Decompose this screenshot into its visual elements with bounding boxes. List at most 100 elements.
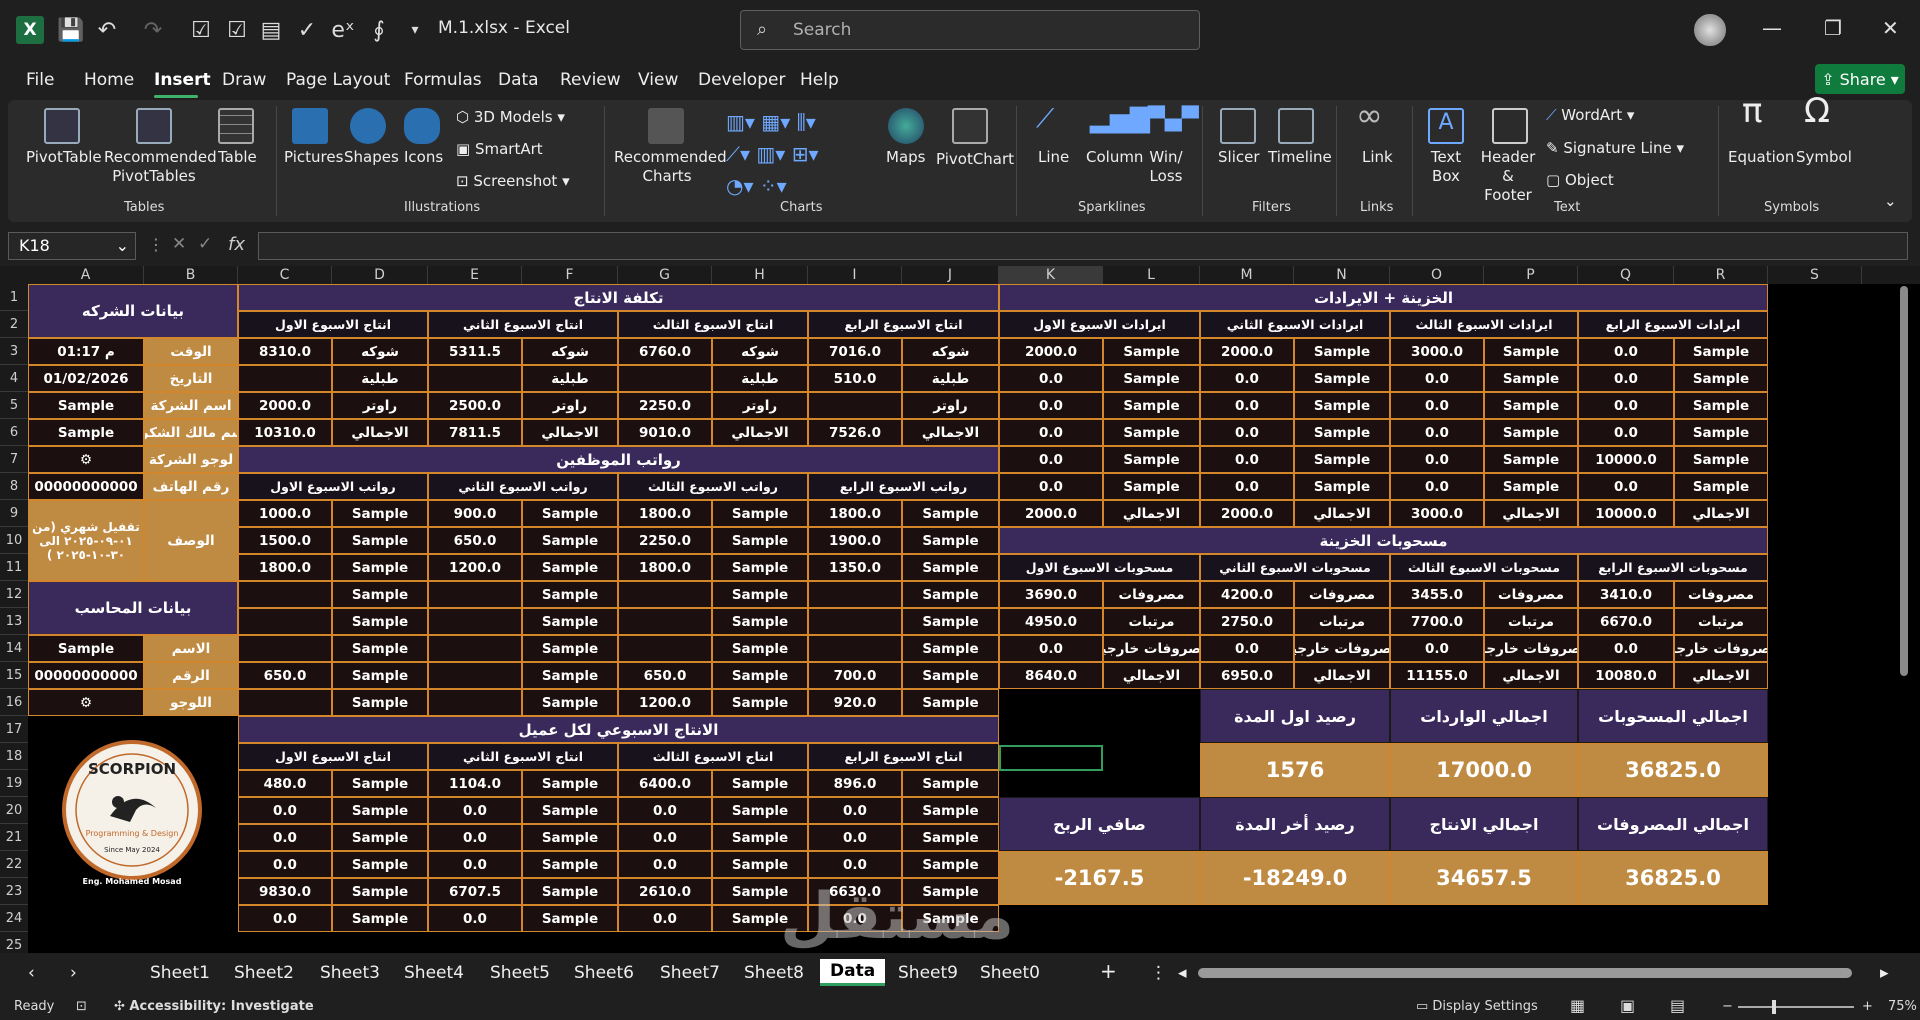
summary-value[interactable]: 1576 xyxy=(1200,743,1390,797)
cost-label[interactable]: راوتر xyxy=(902,392,999,419)
3d-models-button[interactable]: ⬡ 3D Models ▾ xyxy=(456,108,565,127)
row-header-2[interactable]: 2 xyxy=(0,311,28,338)
company-value[interactable]: Sample xyxy=(28,392,144,419)
drag-handle-icon[interactable]: ⋮ xyxy=(148,235,164,254)
revenue-label[interactable]: Sample xyxy=(1103,392,1200,419)
salary-label[interactable]: Sample xyxy=(712,554,808,581)
cost-value[interactable] xyxy=(428,365,522,392)
salary-label[interactable]: Sample xyxy=(712,500,808,527)
cost-label[interactable]: شوكه xyxy=(522,338,618,365)
cost-value[interactable]: 510.0 xyxy=(808,365,902,392)
withdraw-value[interactable]: 10080.0 xyxy=(1578,662,1674,689)
pivot-chart-button[interactable]: PivotChart xyxy=(936,150,1014,169)
client-label[interactable]: Sample xyxy=(332,824,428,851)
cost-value[interactable]: 7526.0 xyxy=(808,419,902,446)
salary-value[interactable] xyxy=(428,635,522,662)
company-label[interactable]: لوجو الشركة xyxy=(144,446,238,473)
salary-label[interactable]: Sample xyxy=(522,608,618,635)
client-label[interactable]: Sample xyxy=(332,770,428,797)
revenue-value[interactable]: 0.0 xyxy=(1390,446,1484,473)
cost-value[interactable]: 5311.5 xyxy=(428,338,522,365)
accountant-title[interactable]: بيانات المحاسب xyxy=(28,581,238,635)
cost-label[interactable]: راوتر xyxy=(332,392,428,419)
salary-value[interactable] xyxy=(428,608,522,635)
revenue-title[interactable]: الخزينة + الايرادات xyxy=(999,284,1768,311)
sparkline-column-button[interactable]: Column xyxy=(1086,148,1143,167)
salary-value[interactable]: 1800.0 xyxy=(618,554,712,581)
company-value[interactable]: 01:17 م xyxy=(28,338,144,365)
scroll-right-icon[interactable]: ▸ xyxy=(1880,963,1889,983)
column-header-j[interactable]: J xyxy=(902,266,999,284)
maps-button[interactable]: Maps xyxy=(886,148,925,167)
salary-value[interactable] xyxy=(618,635,712,662)
client-label[interactable]: Sample xyxy=(712,824,808,851)
withdraw-value[interactable]: 0.0 xyxy=(1200,635,1294,662)
accountant-label[interactable]: اللوجو xyxy=(144,689,238,716)
tab-formulas[interactable]: Formulas xyxy=(404,70,482,90)
salary-value[interactable]: 1500.0 xyxy=(238,527,332,554)
checkbox-icon[interactable]: ☑ xyxy=(184,12,218,48)
client-label[interactable]: Sample xyxy=(522,824,618,851)
cost-week-header[interactable]: انتاج الاسبوع الثالث xyxy=(618,311,808,338)
revenue-label[interactable]: Sample xyxy=(1484,473,1578,500)
summary-value[interactable]: 36825.0 xyxy=(1578,743,1768,797)
worksheet-grid[interactable]: ABCDEFGHIJKLMNOPQRS 1 2 3 4 5 6 7 8 9 10 11 12 13 14 1… xyxy=(0,266,1920,953)
win-loss-button[interactable]: Win/ Loss xyxy=(1148,148,1184,186)
restore-icon[interactable]: ❐ xyxy=(1824,16,1842,40)
page-break-icon[interactable]: ▤ xyxy=(1670,996,1685,1015)
salary-value[interactable] xyxy=(238,581,332,608)
wordart-button[interactable]: ⟋ WordArt ▾ xyxy=(1546,106,1634,125)
revenue-value[interactable]: 0.0 xyxy=(999,473,1103,500)
salary-label[interactable]: Sample xyxy=(522,689,618,716)
revenue-value[interactable]: 0.0 xyxy=(1200,473,1294,500)
column-header-n[interactable]: N xyxy=(1294,266,1390,284)
collapse-ribbon-icon[interactable]: ⌄ xyxy=(1884,192,1897,211)
revenue-label[interactable]: Sample xyxy=(1484,338,1578,365)
cost-week-header[interactable]: انتاج الاسبوع الرابع xyxy=(808,311,999,338)
client-label[interactable]: Sample xyxy=(712,797,808,824)
salary-value[interactable]: 1350.0 xyxy=(808,554,902,581)
cost-label[interactable]: شوكه xyxy=(332,338,428,365)
withdraw-value[interactable]: 3455.0 xyxy=(1390,581,1484,608)
withdraw-label[interactable]: مصروفات xyxy=(1484,581,1578,608)
summary-value[interactable]: 36825.0 xyxy=(1578,851,1768,905)
row-header-14[interactable]: 14 xyxy=(0,635,28,662)
revenue-value[interactable]: 0.0 xyxy=(1578,419,1674,446)
client-label[interactable]: Sample xyxy=(332,878,428,905)
company-value[interactable]: 01/02/2026 xyxy=(28,365,144,392)
client-value[interactable]: 0.0 xyxy=(618,905,712,932)
signature-line-button[interactable]: ✎ Signature Line ▾ xyxy=(1546,139,1684,158)
accountant-value[interactable]: 00000000000 xyxy=(28,662,144,689)
withdraw-week-header[interactable]: مسحوبات الاسبوع الثاني xyxy=(1200,554,1390,581)
company-label[interactable]: اسم الشركة xyxy=(144,392,238,419)
salary-label[interactable]: Sample xyxy=(902,500,999,527)
salary-value[interactable]: 1200.0 xyxy=(618,689,712,716)
revenue-label[interactable]: Sample xyxy=(1484,419,1578,446)
client-week-header[interactable]: انتاج الاسبوع الثاني xyxy=(428,743,618,770)
client-title[interactable]: الانتاج الاسبوعي لكل عميل xyxy=(238,716,999,743)
revenue-label[interactable]: Sample xyxy=(1103,473,1200,500)
salary-value[interactable] xyxy=(428,689,522,716)
desc-label[interactable]: الوصف xyxy=(144,500,238,581)
revenue-week-header[interactable]: ايرادات الاسبوع الثاني xyxy=(1200,311,1390,338)
revenue-label[interactable]: Sample xyxy=(1484,365,1578,392)
accountant-value[interactable]: ⚙ xyxy=(28,689,144,716)
row-header-16[interactable]: 16 xyxy=(0,689,28,716)
salary-value[interactable] xyxy=(238,608,332,635)
row-header-19[interactable]: 19 xyxy=(0,770,28,797)
screenshot-button[interactable]: ⊡ Screenshot ▾ xyxy=(456,172,570,191)
tab-sheet8[interactable]: Sheet8 xyxy=(744,963,804,983)
cost-value[interactable]: 2250.0 xyxy=(618,392,712,419)
withdraw-label[interactable]: مصروفات xyxy=(1294,581,1390,608)
customize-toolbar-icon[interactable]: ▾ xyxy=(398,12,432,48)
tab-sheet0[interactable]: Sheet0 xyxy=(980,963,1040,983)
client-value[interactable]: 1104.0 xyxy=(428,770,522,797)
table-button[interactable]: Table xyxy=(218,148,257,167)
revenue-label[interactable]: Sample xyxy=(1294,473,1390,500)
withdraw-label[interactable]: مرتبات xyxy=(1294,608,1390,635)
scroll-left-icon[interactable]: ◂ xyxy=(1178,963,1187,983)
client-label[interactable]: Sample xyxy=(332,797,428,824)
salary-label[interactable]: Sample xyxy=(332,662,428,689)
company-label[interactable]: اسم مالك الشكرة xyxy=(144,419,238,446)
client-value[interactable]: 0.0 xyxy=(428,824,522,851)
